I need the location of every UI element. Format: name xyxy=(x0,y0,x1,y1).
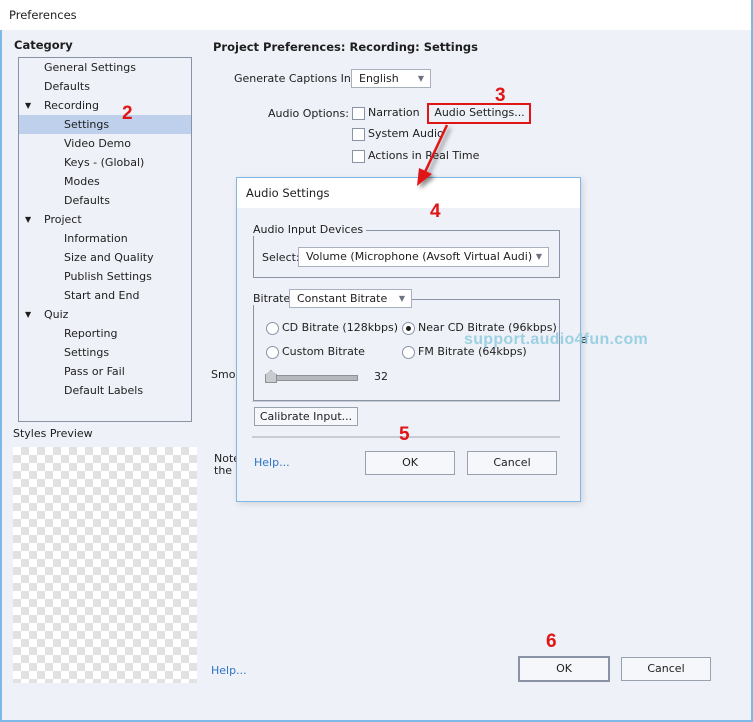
calibrate-input-button[interactable]: Calibrate Input... xyxy=(254,407,358,426)
sidebar-item-label: Defaults xyxy=(44,80,90,93)
category-tree: General Settings Defaults ▼ Recording Settin… xyxy=(18,57,192,422)
step-marker-3: 3 xyxy=(495,85,506,106)
chevron-down-icon: ▼ xyxy=(417,74,424,83)
expand-arrow-icon[interactable]: ▼ xyxy=(25,305,31,324)
sidebar-item-general-settings[interactable]: General Settings xyxy=(19,58,191,77)
cd-bitrate-label: CD Bitrate (128kbps) xyxy=(282,321,399,334)
annotation-highlight-box xyxy=(427,103,531,124)
dialog-help-link[interactable]: Help... xyxy=(254,456,290,469)
sidebar-item-label: Default Labels xyxy=(64,384,144,397)
sidebar-item-label: Settings xyxy=(64,346,110,359)
audio-options-label: Audio Options: xyxy=(268,107,349,120)
expand-arrow-icon[interactable]: ▼ xyxy=(25,96,31,115)
custom-bitrate-label: Custom Bitrate xyxy=(282,345,365,358)
dialog-ok-button[interactable]: OK xyxy=(365,451,455,475)
sidebar-item-project[interactable]: ▼ Project xyxy=(19,210,191,229)
bitrate-label: Bitrate xyxy=(250,292,293,305)
captions-language-select[interactable]: English ▼ xyxy=(351,69,431,88)
bitrate-mode-select[interactable]: Constant Bitrate ▼ xyxy=(289,289,412,308)
divider xyxy=(252,401,560,402)
narration-label: Narration xyxy=(368,106,420,119)
custom-bitrate-value: 32 xyxy=(374,370,388,383)
sidebar-item-default-labels[interactable]: Default Labels xyxy=(19,381,191,400)
sidebar-item-reporting[interactable]: Reporting xyxy=(19,324,191,343)
sidebar-item-label: Size and Quality xyxy=(64,251,154,264)
input-device-value: Volume (Microphone (Avsoft Virtual Audi) xyxy=(306,250,533,263)
dialog-cancel-button[interactable]: Cancel xyxy=(467,451,557,475)
custom-bitrate-slider-track[interactable] xyxy=(265,375,358,381)
system-audio-checkbox[interactable] xyxy=(352,128,365,141)
fm-bitrate-radio[interactable] xyxy=(402,346,415,359)
sidebar-item-label: Settings xyxy=(64,118,110,131)
sidebar-item-label: Quiz xyxy=(44,308,69,321)
sidebar-item-label: Publish Settings xyxy=(64,270,152,283)
styles-preview-canvas xyxy=(13,447,197,683)
step-marker-2: 2 xyxy=(122,103,133,124)
sidebar-item-label: Defaults xyxy=(64,194,110,207)
sidebar-item-label: General Settings xyxy=(44,61,136,74)
ok-button[interactable]: OK xyxy=(518,656,610,682)
sidebar-item-label: Modes xyxy=(64,175,100,188)
sidebar-item-modes[interactable]: Modes xyxy=(19,172,191,191)
input-device-select[interactable]: Volume (Microphone (Avsoft Virtual Audi)… xyxy=(298,247,549,267)
sidebar-item-label: Keys - (Global) xyxy=(64,156,145,169)
dialog-title-bar: Audio Settings xyxy=(237,178,580,208)
sidebar-item-pass-or-fail[interactable]: Pass or Fail xyxy=(19,362,191,381)
preferences-window: Preferences Category General Settings Def… xyxy=(0,0,753,722)
custom-bitrate-radio[interactable] xyxy=(266,346,279,359)
sidebar-item-publish-settings[interactable]: Publish Settings xyxy=(19,267,191,286)
sidebar-item-defaults[interactable]: Defaults xyxy=(19,191,191,210)
sidebar-item-label: Reporting xyxy=(64,327,118,340)
help-link[interactable]: Help... xyxy=(211,664,247,677)
bitrate-mode-value: Constant Bitrate xyxy=(297,292,388,305)
chevron-down-icon: ▼ xyxy=(535,252,542,261)
cancel-button[interactable]: Cancel xyxy=(621,657,711,681)
actions-real-time-label: Actions in Real Time xyxy=(368,149,480,162)
sidebar-item-information[interactable]: Information xyxy=(19,229,191,248)
chevron-down-icon: ▼ xyxy=(398,294,405,303)
window-border xyxy=(0,30,2,720)
sidebar-item-recording[interactable]: ▼ Recording xyxy=(19,96,191,115)
title-bar: Preferences xyxy=(0,0,751,30)
near-cd-bitrate-radio[interactable] xyxy=(402,322,415,335)
sidebar-item-label: Information xyxy=(64,232,128,245)
sidebar-item-label: Project xyxy=(44,213,82,226)
cd-bitrate-radio[interactable] xyxy=(266,322,279,335)
sidebar-item-video-demo[interactable]: Video Demo xyxy=(19,134,191,153)
sidebar-item-settings[interactable]: Settings xyxy=(19,343,191,362)
sidebar-item-label: Recording xyxy=(44,99,100,112)
category-label: Category xyxy=(14,38,73,52)
narration-checkbox[interactable] xyxy=(352,107,365,120)
expand-arrow-icon[interactable]: ▼ xyxy=(25,210,31,229)
sidebar-item-quiz[interactable]: ▼ Quiz xyxy=(19,305,191,324)
actions-real-time-checkbox[interactable] xyxy=(352,150,365,163)
audio-input-devices-legend: Audio Input Devices xyxy=(250,223,367,236)
step-marker-4: 4 xyxy=(430,201,441,222)
select-label: Select: xyxy=(262,251,300,264)
sidebar-item-settings[interactable]: Settings xyxy=(19,115,191,134)
styles-preview-label: Styles Preview xyxy=(13,427,93,440)
system-audio-label: System Audio xyxy=(368,127,444,140)
sidebar-item-defaults[interactable]: Defaults xyxy=(19,77,191,96)
sidebar-item-keys-global[interactable]: Keys - (Global) xyxy=(19,153,191,172)
sidebar-item-label: Video Demo xyxy=(64,137,131,150)
dialog-title: Audio Settings xyxy=(246,186,330,200)
sidebar-item-start-and-end[interactable]: Start and End xyxy=(19,286,191,305)
page-title: Project Preferences: Recording: Settings xyxy=(213,40,479,54)
captions-language-value: English xyxy=(359,72,399,85)
step-marker-5: 5 xyxy=(399,424,410,445)
sidebar-item-label: Pass or Fail xyxy=(64,365,125,378)
sidebar-item-size-and-quality[interactable]: Size and Quality xyxy=(19,248,191,267)
captions-label: Generate Captions In: xyxy=(234,72,355,85)
sidebar-item-label: Start and End xyxy=(64,289,140,302)
watermark: support.audio4fun.com xyxy=(464,331,649,348)
window-title: Preferences xyxy=(9,8,77,22)
step-marker-6: 6 xyxy=(546,631,557,652)
